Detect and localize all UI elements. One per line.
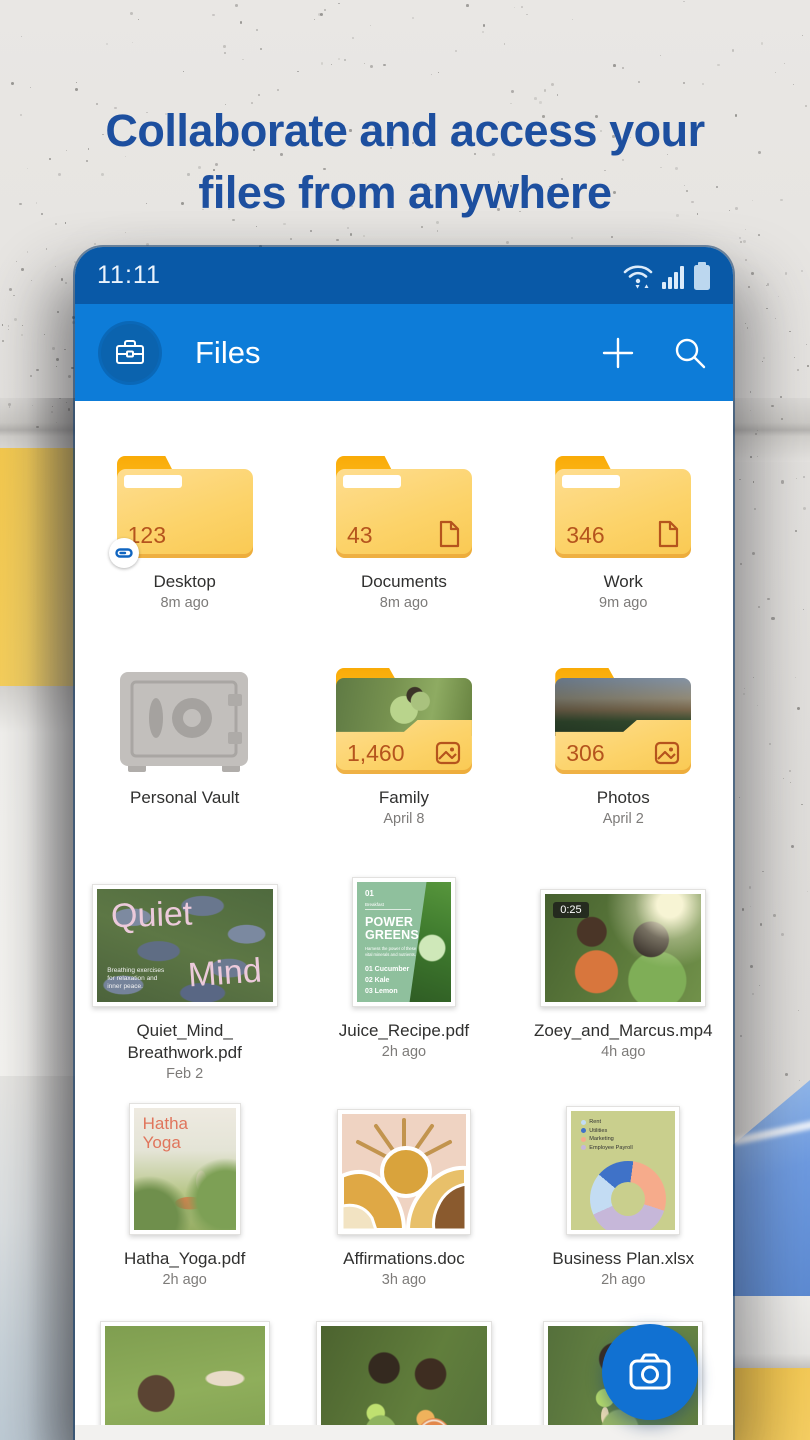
item-name: Hatha_Yoga.pdf [124, 1248, 245, 1270]
photo-folder-icon: 1,460 [336, 668, 472, 774]
donut-chart [590, 1161, 666, 1231]
item-count: 306 [566, 740, 604, 767]
wifi-updown-icon [621, 262, 655, 290]
background-white-strip-right [733, 1296, 810, 1368]
camera-fab-button[interactable] [602, 1324, 698, 1420]
item-name: Juice_Recipe.pdf [339, 1020, 469, 1042]
shared-link-badge [109, 538, 139, 568]
tile-desktop[interactable]: 123 Desktop 8m ago [75, 454, 294, 611]
camera-icon [627, 1352, 673, 1392]
item-name: Desktop [153, 571, 215, 593]
tile-personal-vault[interactable]: Personal Vault [75, 668, 294, 827]
item-name: Work [604, 571, 643, 593]
item-count: 43 [347, 522, 373, 549]
tile-hatha-yoga-pdf[interactable]: Hatha Yoga Hatha_Yoga.pdf 2h ago [75, 1107, 294, 1288]
tile-zoey-and-marcus-video[interactable]: 0:25 Zoey_and_Marcus.mp4 4h ago [514, 881, 733, 1082]
photo-folder-icon: 306 [555, 668, 691, 774]
thumb-text: Breakfast [365, 902, 411, 910]
item-count: 346 [566, 522, 604, 549]
folder-icon: 346 [555, 456, 691, 558]
folder-icon: 43 [336, 456, 472, 558]
status-icons [621, 262, 711, 290]
tile-family[interactable]: 1,460 Family April 8 [294, 668, 513, 827]
tile-affirmations-doc[interactable]: Affirmations.doc 3h ago [294, 1107, 513, 1288]
marketing-headline: Collaborate and access your files from a… [0, 100, 810, 224]
tile-documents[interactable]: 43 Documents 8m ago [294, 454, 513, 611]
status-time: 11:11 [97, 261, 161, 290]
item-date: April 8 [383, 811, 424, 827]
spreadsheet-thumbnail: Rent Utilities Marketing Employee Payrol… [571, 1111, 675, 1230]
pdf-thumbnail: 01 Breakfast POWER GREENS Harness the po… [357, 882, 451, 1002]
briefcase-icon [114, 338, 146, 368]
thumb-text: Hatha Yoga [143, 1114, 188, 1152]
video-thumbnail: 0:25 [545, 894, 701, 1002]
tile-photo-partial-2[interactable] [294, 1321, 513, 1440]
thumb-caption: Breathing exercises for relaxation and i… [107, 967, 167, 991]
thumb-text: Mind [187, 951, 263, 995]
item-count: 1,460 [347, 740, 405, 767]
document-icon [437, 520, 461, 548]
screen-bottom-strip [75, 1425, 733, 1440]
thumb-text: Harness the power of these vital mineral… [365, 946, 417, 957]
tile-business-plan-xlsx[interactable]: Rent Utilities Marketing Employee Payrol… [514, 1107, 733, 1288]
safe-vault-icon [110, 668, 260, 774]
item-date: Feb 2 [166, 1066, 203, 1082]
status-bar: 11:11 [75, 247, 733, 304]
item-date: 2h ago [382, 1044, 426, 1060]
document-icon [656, 520, 680, 548]
plus-button[interactable] [601, 336, 635, 370]
thumb-text: Quiet [110, 894, 193, 936]
pdf-thumbnail: Quiet Mind Breathing exercises for relax… [97, 889, 273, 1002]
item-date: 2h ago [601, 1272, 645, 1288]
item-name: Personal Vault [130, 787, 239, 809]
tile-photo-partial-1[interactable] [75, 1321, 294, 1440]
folder-icon: 123 [117, 456, 253, 558]
tile-work[interactable]: 346 Work 9m ago [514, 454, 733, 611]
phone-mockup: 11:11 [75, 247, 733, 1440]
item-name: Zoey_and_Marcus.mp4 [534, 1020, 713, 1042]
doc-thumbnail-sun-art [342, 1114, 466, 1230]
image-icon [654, 741, 680, 765]
battery-icon [693, 262, 711, 290]
background-left-shadow [0, 398, 78, 1440]
page-title: Files [195, 335, 601, 371]
search-button[interactable] [673, 336, 707, 370]
item-name: Quiet_Mind_ Breathwork.pdf [127, 1020, 241, 1064]
signal-bars-icon [662, 264, 686, 290]
tile-quiet-mind-pdf[interactable]: Quiet Mind Breathing exercises for relax… [75, 881, 294, 1082]
video-duration-badge: 0:25 [553, 902, 588, 918]
item-date: 2h ago [162, 1272, 206, 1288]
headline-line2: files from anywhere [0, 162, 810, 224]
item-name: Family [379, 787, 429, 809]
legend-label: Utilities [589, 1128, 607, 1134]
legend-label: Employee Payroll [589, 1145, 633, 1151]
legend-label: Rent [589, 1119, 601, 1125]
item-date: 8m ago [160, 595, 208, 611]
item-name: Business Plan.xlsx [552, 1248, 694, 1270]
image-icon [435, 741, 461, 765]
legend-label: Marketing [589, 1136, 614, 1142]
item-date: April 2 [603, 811, 644, 827]
item-name: Documents [361, 571, 447, 593]
item-name: Photos [597, 787, 650, 809]
app-bar: Files [75, 304, 733, 401]
item-date: 3h ago [382, 1272, 426, 1288]
headline-line1: Collaborate and access your [0, 100, 810, 162]
tile-juice-recipe-pdf[interactable]: 01 Breakfast POWER GREENS Harness the po… [294, 881, 513, 1082]
background-yellow-paper-right [733, 1368, 810, 1440]
file-grid: 123 Desktop 8m ago [75, 401, 733, 1440]
account-button[interactable] [101, 324, 159, 382]
item-date: 8m ago [380, 595, 428, 611]
item-date: 4h ago [601, 1044, 645, 1060]
tile-photos[interactable]: 306 Photos April 2 [514, 668, 733, 827]
pdf-thumbnail: Hatha Yoga [134, 1108, 236, 1230]
photo-thumbnail [105, 1326, 265, 1440]
item-date: 9m ago [599, 595, 647, 611]
item-name: Affirmations.doc [343, 1248, 465, 1270]
photo-thumbnail [321, 1326, 487, 1440]
